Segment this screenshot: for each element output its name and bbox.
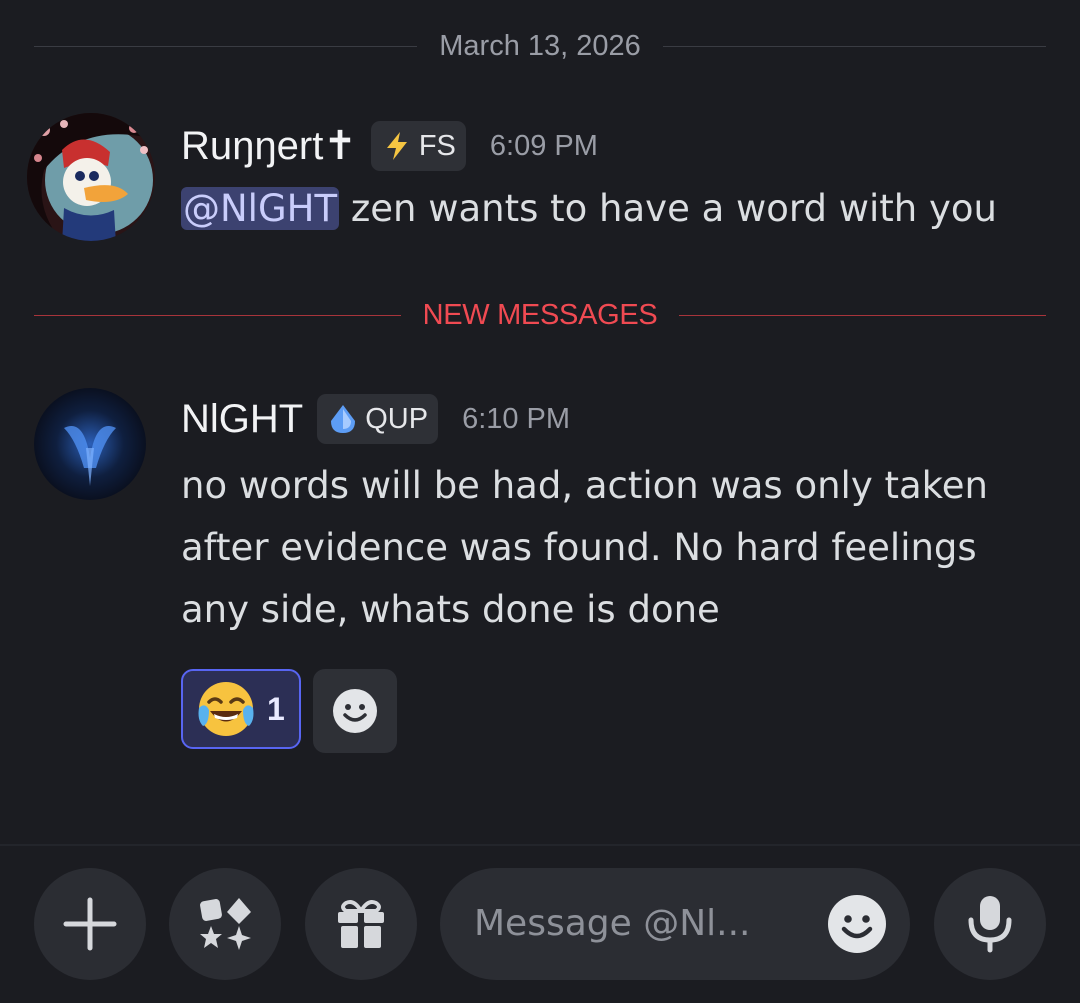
voice-message-button[interactable]	[934, 868, 1046, 980]
timestamp: 6:09 PM	[489, 129, 598, 162]
message-body: no words will be had, action was only ta…	[181, 464, 988, 631]
divider-line	[34, 45, 418, 47]
reaction-count: 1	[267, 690, 285, 727]
message-text: @NlGHT zen wants to have a word with you	[181, 178, 1050, 240]
apps-button[interactable]	[169, 868, 281, 980]
timestamp: 6:10 PM	[462, 402, 571, 435]
guild-tag[interactable]: QUP	[317, 394, 439, 444]
divider-line	[34, 314, 401, 316]
apps-icon	[200, 898, 251, 950]
new-messages-label: NEW MESSAGES	[422, 298, 658, 331]
message-placeholder: Message @Nl...	[474, 903, 751, 944]
avatar-image	[27, 113, 155, 241]
reactions-bar: 1	[181, 669, 1050, 753]
message-header: NlGHT QUP 6:10 PM	[181, 391, 1050, 447]
emoji-icon	[332, 689, 377, 733]
divider-line	[662, 45, 1047, 47]
message-header: Ruŋŋert✝ FS 6:09 PM	[181, 118, 1050, 174]
emoji-icon	[828, 895, 886, 953]
joy-emoji-icon	[198, 682, 254, 736]
username[interactable]: Ruŋŋert✝	[181, 123, 357, 169]
new-messages-divider: NEW MESSAGES	[34, 295, 1047, 335]
avatar[interactable]	[24, 110, 158, 241]
tag-label: FS	[418, 129, 456, 162]
tag-label: QUP	[365, 402, 429, 435]
date-divider: March 13, 2026	[34, 26, 1047, 66]
gift-button[interactable]	[305, 868, 417, 980]
username[interactable]: NlGHT	[181, 397, 303, 442]
divider-line	[679, 314, 1047, 316]
plus-icon	[63, 897, 117, 951]
microphone-icon	[968, 896, 1012, 953]
message-runnert[interactable]: Ruŋŋert✝ FS 6:09 PM @NlGHT zen wants to …	[0, 113, 1080, 258]
date-label: March 13, 2026	[439, 29, 641, 62]
emoji-picker-button[interactable]	[826, 893, 888, 955]
message-body: zen wants to have a word with you	[339, 187, 997, 230]
avatar-image	[34, 388, 146, 500]
gift-icon	[338, 900, 384, 948]
user-mention[interactable]: @NlGHT	[181, 187, 340, 230]
message-input[interactable]: Message @Nl...	[440, 868, 910, 980]
add-reaction-button[interactable]	[312, 669, 397, 753]
attach-button[interactable]	[34, 868, 146, 980]
lightning-icon	[386, 132, 407, 160]
guild-tag[interactable]: FS	[370, 121, 466, 171]
message-night[interactable]: NlGHT QUP 6:10 PM no words will be had, …	[0, 388, 1080, 753]
reaction-joy[interactable]: 1	[181, 669, 301, 749]
avatar[interactable]	[34, 388, 146, 500]
diamond-drop-icon	[331, 405, 356, 433]
